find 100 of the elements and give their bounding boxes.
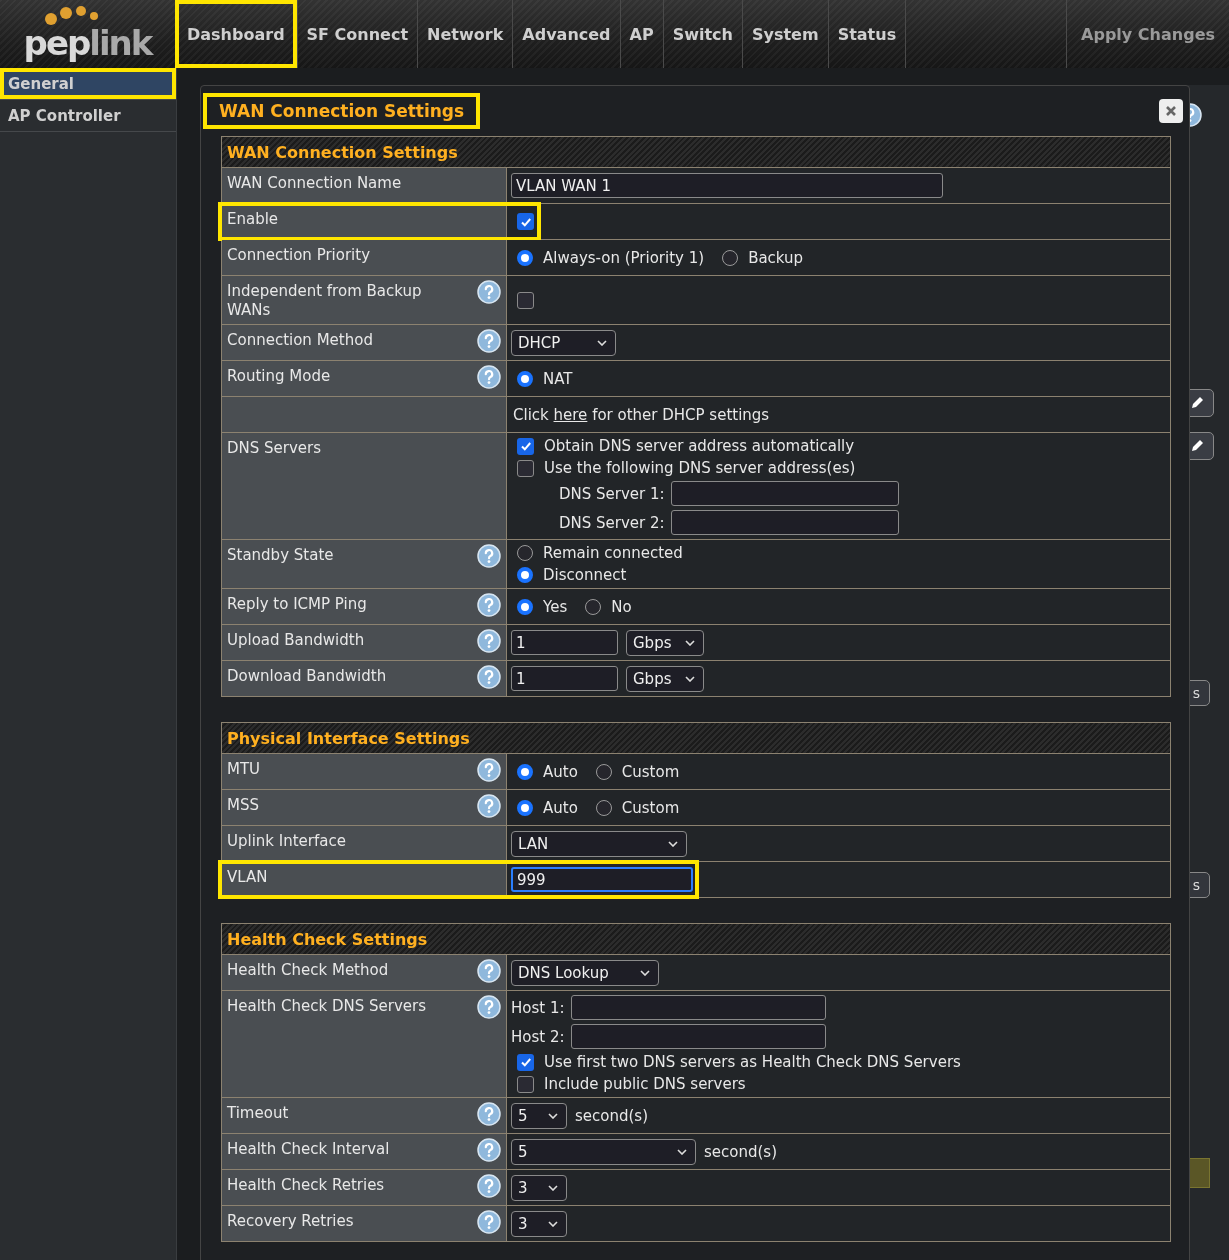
checkbox[interactable]	[517, 213, 534, 230]
chevron-icon	[685, 675, 695, 682]
text-field[interactable]	[570, 995, 826, 1020]
field-label: DNS Servers	[227, 439, 322, 458]
chevron-icon	[548, 1112, 558, 1119]
checkbox[interactable]	[517, 1075, 534, 1093]
help-icon[interactable]	[477, 365, 501, 389]
check-icon	[519, 215, 532, 228]
radio-button[interactable]	[517, 567, 533, 583]
text-field[interactable]	[670, 510, 899, 535]
option-label: Always-on (Priority 1)	[543, 248, 705, 267]
help-icon[interactable]	[477, 758, 501, 782]
radio-button[interactable]	[517, 370, 533, 387]
dropdown[interactable]: DNS Lookup	[511, 959, 659, 986]
field-label: Routing Mode	[227, 367, 331, 386]
option-label: NAT	[543, 369, 573, 388]
field-label: Reply to ICMP Ping	[227, 595, 367, 614]
radio-button[interactable]	[517, 598, 533, 615]
here-link[interactable]: here	[553, 405, 588, 424]
help-icon[interactable]	[477, 1102, 501, 1126]
checkbox[interactable]	[517, 1053, 534, 1071]
nav-tab[interactable]: Dashboard	[175, 0, 298, 68]
pencil-icon	[1189, 395, 1205, 411]
option-label: Auto	[543, 762, 578, 781]
checkbox[interactable]	[517, 291, 534, 309]
help-icon[interactable]	[477, 794, 501, 818]
dialog-title: WAN Connection Settings	[203, 93, 481, 129]
field-label: WAN Connection Name	[227, 174, 402, 193]
unit-label: second(s)	[704, 1142, 777, 1161]
help-icon[interactable]	[477, 1210, 501, 1234]
nav-tab[interactable]: Network	[418, 0, 514, 68]
dropdown[interactable]: 5	[511, 1102, 567, 1129]
apply-changes-button[interactable]: Apply Changes	[1066, 0, 1229, 68]
radio-button[interactable]	[595, 763, 612, 780]
option-label: Yes	[543, 597, 568, 616]
option-label: Custom	[621, 762, 680, 781]
dropdown[interactable]: Gbps	[626, 629, 704, 656]
field-label: MTU	[227, 760, 261, 779]
checkbox[interactable]	[517, 459, 534, 477]
option-label: Remain connected	[543, 544, 683, 562]
nav-tab[interactable]: Status	[828, 0, 907, 68]
sidebar-item[interactable]: General	[0, 68, 176, 100]
nav-tab[interactable]: System	[743, 0, 829, 68]
dropdown[interactable]: Gbps	[626, 665, 704, 692]
radio-button[interactable]	[517, 545, 533, 561]
section-title: Health Check Settings	[227, 929, 428, 949]
text-field[interactable]: VLAN WAN 1	[511, 173, 943, 198]
nav-tab[interactable]: AP	[620, 0, 664, 68]
radio-button[interactable]	[722, 249, 739, 266]
chevron-icon	[685, 639, 695, 646]
help-icon[interactable]	[477, 1138, 501, 1162]
dropdown[interactable]: 3	[511, 1174, 567, 1201]
help-icon[interactable]	[477, 995, 501, 1019]
radio-button[interactable]	[517, 763, 533, 780]
chevron-icon	[597, 339, 607, 346]
field-label: DNS Server 1:	[559, 484, 665, 503]
close-button[interactable]	[1159, 99, 1183, 123]
help-icon[interactable]	[477, 280, 501, 304]
field-label: MSS	[227, 796, 259, 815]
text-field[interactable]	[570, 1024, 826, 1049]
option-label: Disconnect	[543, 566, 627, 584]
checkbox[interactable]	[517, 437, 534, 455]
radio-button[interactable]	[517, 249, 533, 266]
help-icon[interactable]	[477, 329, 501, 353]
close-icon	[1165, 105, 1177, 117]
radio-button[interactable]	[595, 799, 612, 816]
field-label: VLAN	[227, 868, 268, 887]
field-label: Health Check Retries	[227, 1176, 385, 1195]
help-icon[interactable]	[477, 665, 501, 689]
checkbox-label: Use the following DNS server address(es)	[544, 459, 856, 477]
dropdown[interactable]: LAN	[511, 830, 687, 857]
dropdown[interactable]: 5	[511, 1138, 696, 1165]
text-field[interactable]: 1	[511, 630, 618, 655]
option-label: No	[611, 597, 632, 616]
nav-tab[interactable]: Advanced	[513, 0, 621, 68]
text-field[interactable]	[670, 481, 899, 506]
nav-tab[interactable]: Switch	[663, 0, 743, 68]
field-label: Host 1:	[511, 998, 565, 1017]
sidebar-item[interactable]: AP Controller	[0, 100, 176, 132]
option-label: Custom	[621, 798, 680, 817]
field-label: Independent from Backup WANs	[227, 282, 423, 320]
pencil-icon	[1189, 438, 1205, 454]
field-label: Recovery Retries	[227, 1212, 354, 1231]
help-icon[interactable]	[477, 1174, 501, 1198]
option-label: Auto	[543, 798, 578, 817]
radio-button[interactable]	[517, 799, 533, 816]
text-field[interactable]: 999	[511, 867, 693, 892]
field-label: DNS Server 2:	[559, 513, 665, 532]
nav-tab[interactable]: SF Connect	[297, 0, 419, 68]
chevron-icon	[548, 1184, 558, 1191]
option-label: Backup	[748, 248, 804, 267]
radio-button[interactable]	[585, 598, 602, 615]
help-icon[interactable]	[477, 593, 501, 617]
text-field[interactable]: 1	[511, 666, 618, 691]
help-icon[interactable]	[477, 959, 501, 983]
help-icon[interactable]	[477, 629, 501, 653]
section-title: Physical Interface Settings	[227, 728, 470, 748]
dropdown[interactable]: DHCP	[511, 329, 616, 356]
help-icon[interactable]	[477, 544, 501, 568]
dropdown[interactable]: 3	[511, 1210, 567, 1237]
